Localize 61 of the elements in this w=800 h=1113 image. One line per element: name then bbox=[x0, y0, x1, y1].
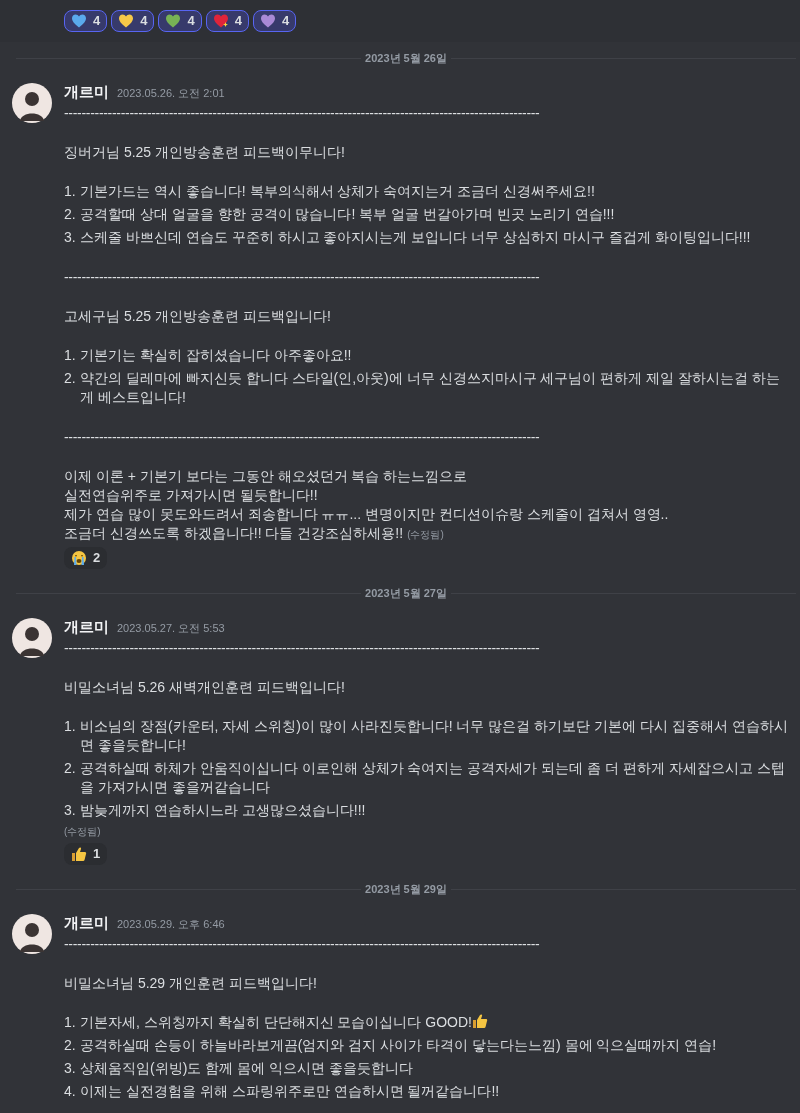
date-divider: 2023년 5월 29일 bbox=[365, 882, 447, 897]
reaction-button[interactable]: 4 bbox=[111, 10, 155, 32]
list-number: 3. bbox=[64, 801, 77, 820]
dashed-line: ------------------------------------------------------------------------------------------------------------- bbox=[64, 104, 541, 123]
list-item-text: 약간의 딜레마에 빠지신듯 합니다 스타일(인,아웃)에 너무 신경쓰지마시구 세구님이 편하게 제일 잘하시는걸 하는게 베스트입니다! bbox=[80, 369, 781, 407]
list-item-text: 기본기는 확실히 잡히셨습니다 아주좋아요!! bbox=[80, 346, 352, 365]
list-number: 3. bbox=[64, 1059, 77, 1078]
author-name[interactable]: 개르미 bbox=[64, 615, 109, 638]
reaction-button[interactable]: 4 bbox=[64, 10, 108, 32]
list-item-text: 상체움직임(위빙)도 함께 몸에 익으시면 좋을듯합니다 bbox=[80, 1059, 413, 1078]
avatar-icon bbox=[12, 82, 52, 123]
message-text: 비밀소녀님 5.29 개인훈련 피드백입니다! bbox=[64, 974, 317, 993]
list-item-text: 기본자세, 스위칭까지 확실히 단단해지신 모습이십니다 GOOD! bbox=[80, 1013, 472, 1032]
reaction-button[interactable]: 4 bbox=[158, 10, 202, 32]
author-name[interactable]: 개르미 bbox=[64, 911, 109, 934]
list-item-text: 비소님의 장점(카운터, 자세 스위칭)이 많이 사라진듯합니다! 너무 많은걸 하기보단 기본에 다시 집중해서 연습하시면 좋을듯합니다! bbox=[80, 717, 789, 755]
list-number: 1. bbox=[64, 346, 77, 365]
reaction-button[interactable]: 2 bbox=[64, 547, 108, 569]
list-item-text: 밤늦게까지 연습하시느라 고생많으셨습니다!!! bbox=[80, 801, 366, 820]
list-number: 2. bbox=[64, 205, 77, 224]
list-number: 3. bbox=[64, 228, 77, 247]
author-name[interactable]: 개르미 bbox=[64, 80, 109, 103]
list-item-text: 이제는 실전경험을 위해 스파링위주로만 연습하시면 될꺼같습니다!! bbox=[80, 1082, 500, 1101]
dashed-line: ------------------------------------------------------------------------------------------------------------- bbox=[64, 639, 541, 658]
edited-label: (수정됨) bbox=[407, 528, 444, 542]
message-timestamp: 2023.05.29. 오후 6:46 bbox=[117, 916, 225, 932]
list-item-text: 공격하실때 하체가 안움직이십니다 이로인해 상체가 숙여지는 공격자세가 되는데 좀 더 편하게 자세잡으시고 스텝을 가져가시면 좋을꺼같습니다 bbox=[80, 759, 786, 797]
reaction-button[interactable]: 1 bbox=[64, 843, 108, 865]
crying-face-icon bbox=[71, 550, 87, 566]
message-text: 비밀소녀님 5.26 새벽개인훈련 피드백입니다! bbox=[64, 678, 345, 697]
list-number: 1. bbox=[64, 182, 77, 201]
message-timestamp: 2023.05.26. 오전 2:01 bbox=[117, 85, 225, 101]
message-text: 실전연습위주로 가져가시면 될듯합니다!! bbox=[64, 486, 318, 505]
list-number: 2. bbox=[64, 369, 77, 388]
dashed-line: ------------------------------------------------------------------------------------------------------------- bbox=[64, 935, 541, 954]
edited-label: (수정됨) bbox=[64, 825, 102, 839]
dashed-line: ------------------------------------------------------------------------------------------------------------- bbox=[64, 428, 541, 447]
dashed-line: ------------------------------------------------------------------------------------------------------------- bbox=[64, 268, 541, 287]
list-number: 4. bbox=[64, 1082, 77, 1101]
message-text: 고세구님 5.25 개인방송훈련 피드백입니다! bbox=[64, 307, 331, 326]
message-text: 조금더 신경쓰도록 하겠읍니다!! 다들 건강조심하세용!! bbox=[64, 524, 404, 543]
message-text: 제가 연습 많이 못도와드려서 죄송합니다 ㅠㅠ... 변명이지만 컨디션이슈랑 스케줄이 겹쳐서 영영.. bbox=[64, 505, 669, 524]
avatar-icon bbox=[12, 617, 52, 658]
thumbs-up-icon bbox=[71, 846, 87, 862]
message-text: 징버거님 5.25 개인방송훈련 피드백이무니다! bbox=[64, 143, 345, 162]
list-number: 2. bbox=[64, 1036, 77, 1055]
date-divider: 2023년 5월 26일 bbox=[365, 51, 447, 66]
list-number: 1. bbox=[64, 1013, 77, 1032]
thumbs-up-icon bbox=[472, 1013, 488, 1029]
list-item-text: 스케줄 바쁘신데 연습도 꾸준히 하시고 좋아지시는게 보입니다 너무 상심하지 마시구 즐겁게 화이팅입니다!!! bbox=[80, 228, 751, 247]
message-timestamp: 2023.05.27. 오전 5:53 bbox=[117, 620, 225, 636]
list-number: 2. bbox=[64, 759, 77, 778]
date-divider: 2023년 5월 27일 bbox=[365, 586, 447, 601]
avatar-icon bbox=[12, 913, 52, 954]
list-number: 1. bbox=[64, 717, 77, 736]
list-item-text: 공격할때 상대 얼굴을 향한 공격이 많습니다! 복부 얼굴 번갈아가며 빈곳 노리기 연습!!! bbox=[80, 205, 615, 224]
list-item-text: 기본가드는 역시 좋습니다! 복부의식해서 상체가 숙여지는거 조금더 신경써주세요!! bbox=[80, 182, 595, 201]
list-item-text: 공격하실때 손등이 하늘바라보게끔(엄지와 검지 사이가 타격이 닿는다는느낌) 몸에 익으실때까지 연습! bbox=[80, 1036, 717, 1055]
message-text: 이제 이론 + 기본기 보다는 그동안 해오셨던거 복습 하는느낌으로 bbox=[64, 467, 468, 486]
reaction-button[interactable]: 4 bbox=[205, 10, 249, 32]
reaction-button[interactable]: 4 bbox=[252, 10, 297, 32]
